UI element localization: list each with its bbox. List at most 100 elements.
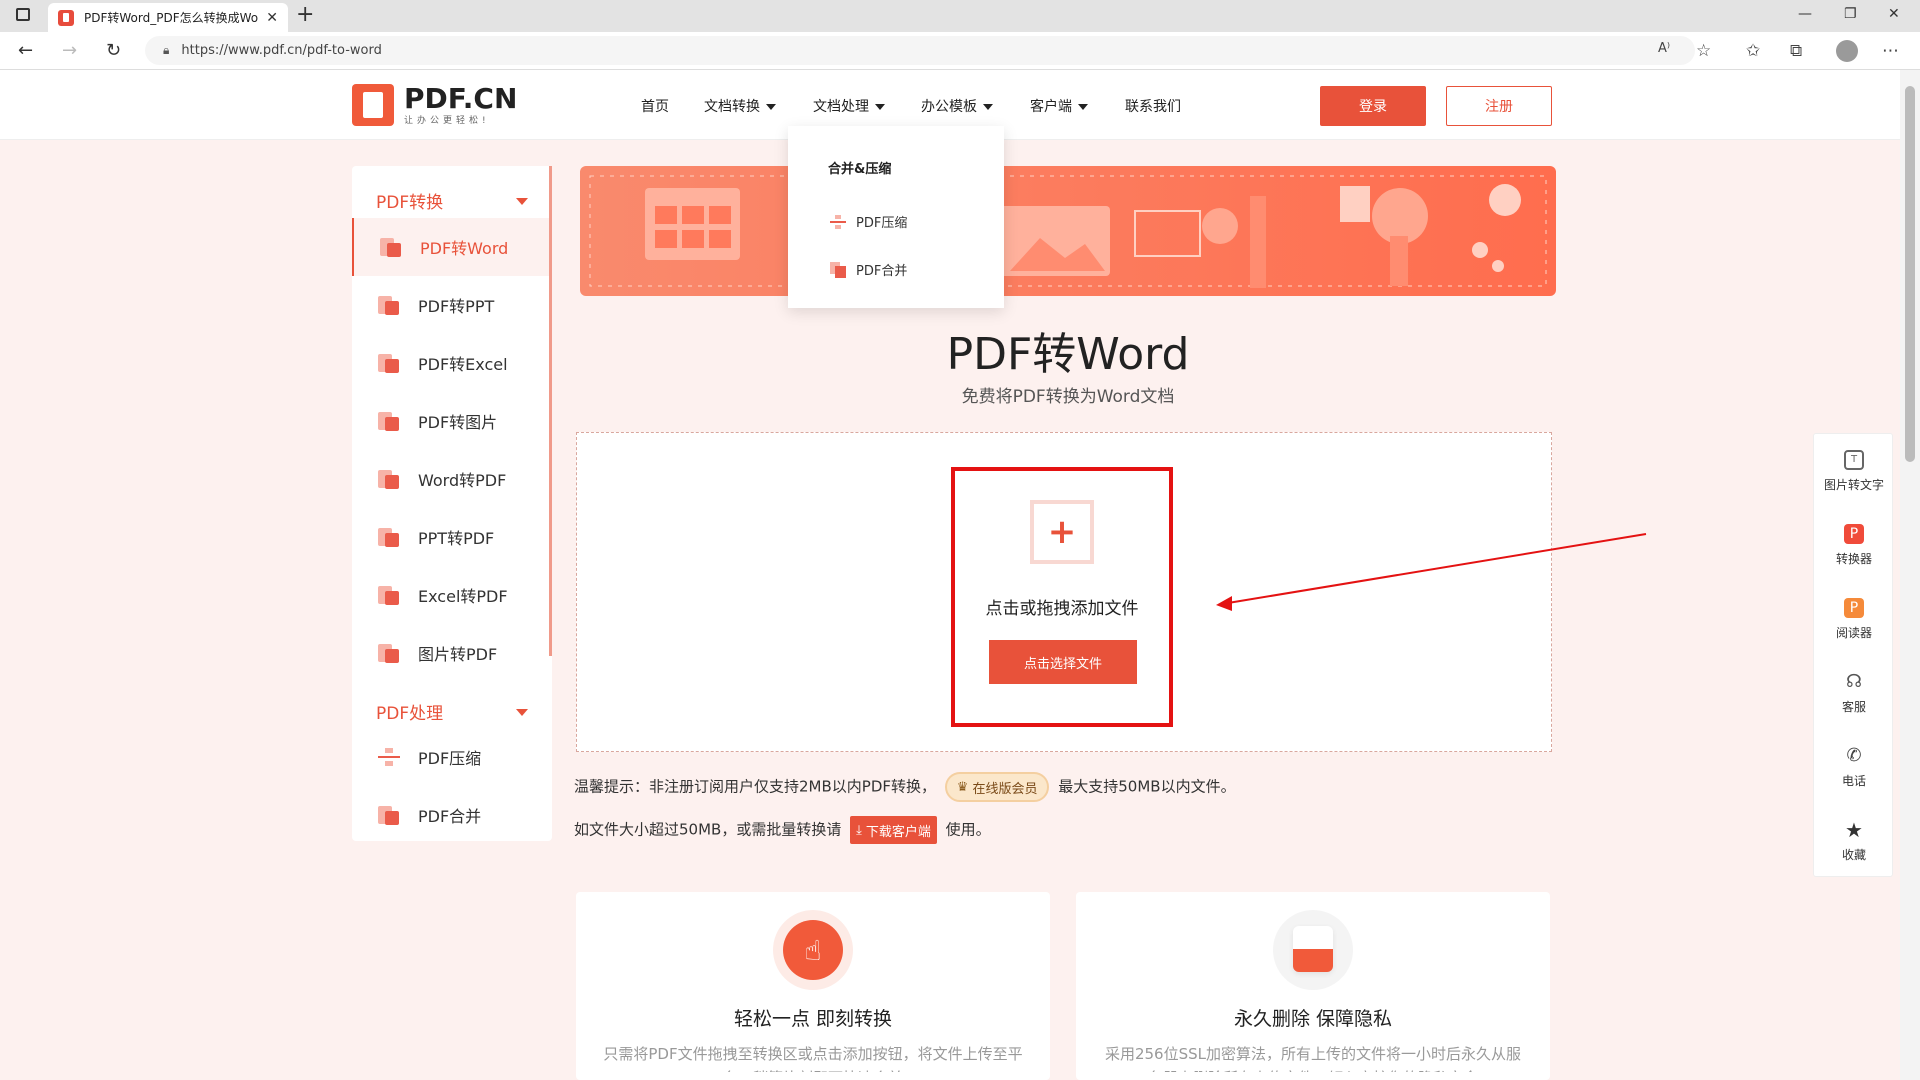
pdf-favicon-icon	[58, 9, 74, 26]
sidebar-item-excel-to-pdf[interactable]: Excel转PDF	[352, 566, 549, 624]
sidebar-item-label: 图片转PDF	[418, 645, 498, 664]
sidebar-item-pdf-to-ppt[interactable]: PDF转PPT	[352, 276, 549, 334]
sidebar-item-label: Excel转PDF	[418, 587, 508, 606]
float-item-favorite[interactable]: ★ 收藏	[1814, 804, 1894, 878]
forward-icon[interactable]: →	[62, 40, 77, 61]
back-icon[interactable]: ←	[18, 40, 33, 61]
minimize-icon[interactable]: —	[1798, 6, 1812, 22]
pdf-image-icon	[378, 410, 400, 432]
address-field[interactable]: 🔒︎ https://www.pdf.cn/pdf-to-word	[145, 36, 1695, 65]
close-tab-icon[interactable]: ✕	[266, 10, 278, 26]
section-caret-icon[interactable]	[516, 709, 528, 716]
favorites-icon[interactable]: ✩	[1746, 41, 1760, 61]
download-icon: ⤓	[856, 822, 862, 838]
nav-doc-convert[interactable]: 文档转换	[704, 96, 776, 116]
site-logo[interactable]: PDF.CN 让办公更轻松!	[352, 84, 517, 126]
crown-icon: ♛	[956, 779, 969, 795]
nav-contact[interactable]: 联系我们	[1125, 96, 1181, 116]
download-client-button[interactable]: ⤓ 下载客户端	[850, 816, 937, 844]
sidebar-item-label: PDF转PPT	[418, 297, 495, 316]
sidebar-item-pdf-to-excel[interactable]: PDF转Excel	[352, 334, 549, 392]
sidebar-section-pdf-process[interactable]: PDF处理	[376, 699, 443, 724]
sidebar-item-pdf-to-word[interactable]: PDF转Word	[352, 218, 549, 276]
nav-home[interactable]: 首页	[641, 96, 669, 116]
pdf-excel-icon	[378, 352, 400, 374]
float-item-label: 电话	[1841, 773, 1866, 788]
new-tab-icon[interactable]: +	[296, 2, 314, 27]
download-label: 下载客户端	[865, 824, 931, 840]
sidebar-item-label: Word转PDF	[418, 471, 507, 490]
drop-instruction: 点击或拖拽添加文件	[985, 599, 1139, 619]
login-button[interactable]: 登录	[1320, 86, 1426, 126]
register-button[interactable]: 注册	[1446, 86, 1552, 126]
sidebar-item-ppt-to-pdf[interactable]: PPT转PDF	[352, 508, 549, 566]
banner-illustration	[589, 175, 1547, 288]
select-file-button[interactable]: 点击选择文件	[989, 640, 1137, 684]
vip-label: 在线版会员	[972, 781, 1038, 797]
add-favorite-icon[interactable]: ☆	[1696, 41, 1711, 61]
feature-title: 轻松一点 即刻转换	[733, 1008, 893, 1030]
tip2-after-text: 使用。	[945, 820, 991, 839]
doc-process-dropdown: 合并&压缩 PDF压缩 PDF合并	[788, 126, 1004, 308]
tools-sidebar: PDF转换 PDF转Word PDF转PPT PDF转Excel PDF转图片 …	[352, 166, 552, 841]
refresh-icon[interactable]: ↻	[106, 40, 121, 61]
scrollbar-thumb[interactable]	[1905, 86, 1915, 462]
browser-toolbar: ← → ↻ 🔒︎ https://www.pdf.cn/pdf-to-word …	[0, 32, 1920, 70]
feature-desc: 采用256位SSL加密算法，所有上传的文件将一小时后永久从服务器上删除所有上传文…	[1104, 1045, 1522, 1072]
page-scrollbar[interactable]	[1900, 70, 1920, 1080]
floating-toolbar: T 图片转文字 P 转换器 P 阅读器 ☊ 客服 ✆ 电话 ★ 收藏	[1813, 433, 1893, 877]
more-menu-icon[interactable]: ⋯	[1882, 41, 1899, 61]
nav-office-templates[interactable]: 办公模板	[921, 96, 993, 116]
nav-doc-convert-label: 文档转换	[704, 99, 760, 115]
lock-icon: 🔒︎	[163, 43, 170, 57]
compress-icon	[378, 748, 400, 766]
read-aloud-icon[interactable]: A⁾	[1658, 41, 1670, 56]
tab-actions-icon[interactable]	[16, 8, 30, 21]
tab-title: PDF转Word_PDF怎么转换成Word	[84, 11, 259, 25]
browser-tab[interactable]: PDF转Word_PDF怎么转换成Word ✕	[48, 3, 288, 32]
dropdown-item-pdf-merge[interactable]: PDF合并	[830, 260, 907, 279]
browser-tab-bar: PDF转Word_PDF怎么转换成Word ✕ + — ❐ ✕	[0, 0, 1920, 32]
tip-line-1: 温馨提示：非注册订阅用户仅支持2MB以内PDF转换， ♛ 在线版会员 最大支持50…	[574, 772, 1236, 802]
dropdown-item-pdf-compress[interactable]: PDF压缩	[830, 212, 907, 231]
vip-member-badge[interactable]: ♛ 在线版会员	[944, 772, 1050, 802]
image-pdf-icon	[378, 642, 400, 664]
nav-client[interactable]: 客户端	[1030, 96, 1088, 116]
merge-icon	[378, 804, 400, 826]
headset-icon: ☊	[1844, 671, 1864, 692]
float-item-reader[interactable]: P 阅读器	[1814, 582, 1894, 656]
sidebar-item-pdf-compress[interactable]: PDF压缩	[352, 728, 549, 786]
float-item-converter[interactable]: P 转换器	[1814, 508, 1894, 582]
sidebar-item-word-to-pdf[interactable]: Word转PDF	[352, 450, 549, 508]
float-item-image-to-text[interactable]: T 图片转文字	[1814, 434, 1894, 508]
section-caret-icon[interactable]	[516, 198, 528, 205]
dropdown-item-label: PDF压缩	[856, 216, 908, 231]
close-window-icon[interactable]: ✕	[1888, 6, 1900, 22]
profile-avatar[interactable]	[1836, 40, 1858, 62]
sidebar-section-pdf-convert[interactable]: PDF转换	[376, 188, 443, 213]
sidebar-item-label: PDF转Excel	[418, 355, 508, 374]
float-item-service[interactable]: ☊ 客服	[1814, 656, 1894, 730]
sidebar-item-image-to-pdf[interactable]: 图片转PDF	[352, 624, 549, 682]
sidebar-item-pdf-to-image[interactable]: PDF转图片	[352, 392, 549, 450]
caret-down-icon	[983, 104, 993, 110]
sidebar-item-label: PDF压缩	[418, 749, 482, 768]
float-item-label: 图片转文字	[1823, 477, 1884, 492]
logo-name: PDF.CN	[404, 81, 518, 115]
hero-banner	[580, 166, 1556, 296]
nav-doc-process[interactable]: 文档处理	[813, 96, 885, 116]
feature-card-privacy: 永久删除 保障隐私 采用256位SSL加密算法，所有上传的文件将一小时后永久从服…	[1076, 892, 1550, 1080]
nav-office-templates-label: 办公模板	[921, 99, 977, 115]
reader-icon: P	[1844, 597, 1864, 618]
float-item-phone[interactable]: ✆ 电话	[1814, 730, 1894, 804]
page-title: PDF转Word	[946, 329, 1190, 380]
restore-icon[interactable]: ❐	[1844, 6, 1857, 22]
nav-contact-label: 联系我们	[1125, 99, 1181, 115]
image-text-icon: T	[1844, 449, 1864, 470]
float-item-label: 转换器	[1835, 551, 1872, 566]
collections-icon[interactable]: ⧉	[1790, 41, 1802, 61]
feature-card-easy-convert: ☝ 轻松一点 即刻转换 只需将PDF文件拖拽至转换区或点击添加按钮，将文件上传至…	[576, 892, 1050, 1080]
add-file-plus-icon[interactable]: +	[1030, 500, 1094, 564]
excel-pdf-icon	[378, 584, 400, 606]
sidebar-item-pdf-merge[interactable]: PDF合并	[352, 786, 549, 844]
